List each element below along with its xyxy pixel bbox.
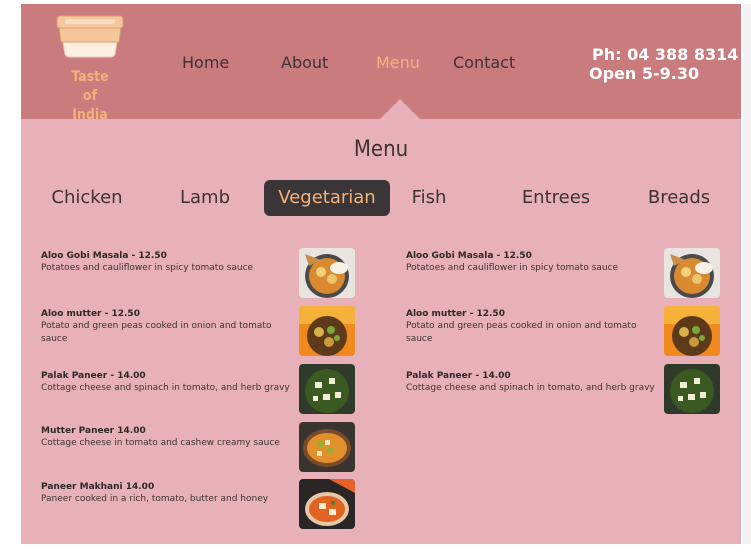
item-desc: Cottage cheese and spinach in tomato, an… <box>406 383 655 393</box>
tab-vegetarian[interactable]: Vegetarian <box>264 180 390 216</box>
dish-image <box>299 479 355 529</box>
menu-item[interactable]: Palak Paneer - 14.00 Cottage cheese and … <box>406 370 656 412</box>
menu-item[interactable]: Palak Paneer - 14.00 Cottage cheese and … <box>41 370 291 412</box>
menu-item[interactable]: Aloo Gobi Masala - 12.50 Potatoes and ca… <box>406 250 656 275</box>
item-title: Aloo Gobi Masala - 12.50 <box>41 251 167 261</box>
tab-breads[interactable]: Breads <box>637 180 721 216</box>
item-desc: Potato and green peas cooked in onion an… <box>41 321 272 344</box>
menu-item[interactable]: Aloo Gobi Masala - 12.50 Potatoes and ca… <box>41 250 291 275</box>
item-desc: Cottage cheese and spinach in tomato, an… <box>41 383 290 393</box>
logo-text-line3: India <box>72 107 108 123</box>
nav-menu[interactable]: Menu <box>376 53 420 72</box>
menu-item[interactable]: Paneer Makhani 14.00 Paneer cooked in a … <box>41 481 291 506</box>
item-desc: Potatoes and cauliflower in spicy tomato… <box>406 263 619 273</box>
item-desc: Cottage cheese in tomato and cashew crea… <box>41 438 280 448</box>
item-title: Aloo Gobi Masala - 12.50 <box>406 251 532 261</box>
phone-number: Ph: 04 388 8314 <box>592 45 739 64</box>
menu-item[interactable]: Mutter Paneer 14.00 Cottage cheese in to… <box>41 425 291 450</box>
nav-about[interactable]: About <box>281 53 328 72</box>
page: Taste of India Home About Menu Contact P… <box>21 4 741 544</box>
item-desc: Potatoes and cauliflower in spicy tomato… <box>41 263 254 273</box>
tab-fish[interactable]: Fish <box>399 180 459 216</box>
active-nav-indicator <box>380 99 420 119</box>
item-title: Aloo mutter - 12.50 <box>406 309 505 319</box>
menu-item[interactable]: Aloo mutter - 12.50 Potato and green pea… <box>41 308 291 346</box>
item-title: Palak Paneer - 14.00 <box>406 371 511 381</box>
food-container-icon <box>56 15 124 58</box>
dish-image <box>664 306 720 356</box>
site-header: Taste of India Home About Menu Contact P… <box>21 4 741 123</box>
logo-text-line1: Taste <box>71 69 109 85</box>
item-desc: Potato and green peas cooked in onion an… <box>406 321 637 344</box>
logo[interactable]: Taste of India <box>55 12 125 123</box>
menu-title: Menu <box>353 137 409 162</box>
item-title: Palak Paneer - 14.00 <box>41 371 146 381</box>
scrollbar[interactable] <box>743 4 751 544</box>
logo-text-line2: of <box>82 88 98 104</box>
logo-text: Taste of India <box>55 68 125 125</box>
dish-image <box>664 364 720 414</box>
item-title: Mutter Paneer 14.00 <box>41 426 146 436</box>
nav-contact[interactable]: Contact <box>453 53 515 72</box>
dish-image <box>299 364 355 414</box>
dish-image <box>299 422 355 472</box>
dish-image <box>299 248 355 298</box>
item-desc: Paneer cooked in a rich, tomato, butter … <box>41 494 269 504</box>
dish-image <box>299 306 355 356</box>
contact-info: Ph: 04 388 8314 Open 5-9.30 <box>589 45 738 83</box>
menu-item[interactable]: Aloo mutter - 12.50 Potato and green pea… <box>406 308 656 346</box>
opening-hours: Open 5-9.30 <box>589 64 700 83</box>
tab-lamb[interactable]: Lamb <box>161 180 249 216</box>
tab-entrees[interactable]: Entrees <box>511 180 601 216</box>
item-title: Aloo mutter - 12.50 <box>41 309 140 319</box>
item-title: Paneer Makhani 14.00 <box>41 482 155 492</box>
nav-home[interactable]: Home <box>182 53 229 72</box>
tab-chicken[interactable]: Chicken <box>41 180 133 216</box>
dish-image <box>664 248 720 298</box>
